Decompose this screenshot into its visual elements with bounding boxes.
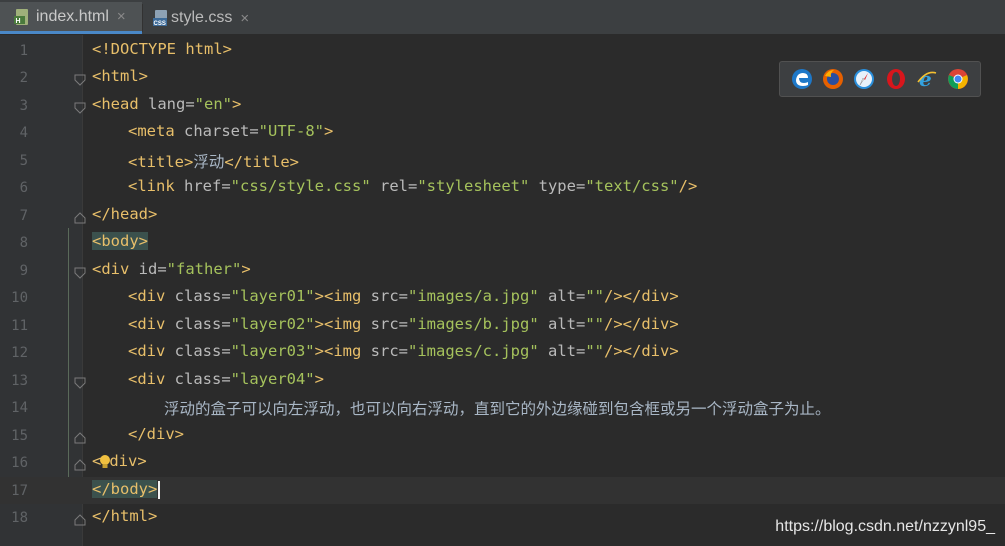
html-file-icon: H <box>14 8 30 26</box>
fold-marker-icon[interactable] <box>74 374 86 389</box>
line-number: 17 <box>11 483 28 499</box>
fold-marker-icon[interactable] <box>74 456 86 471</box>
code-text: <!DOCTYPE html> <box>92 40 232 58</box>
firefox-icon[interactable] <box>822 68 844 90</box>
line-number: 6 <box>19 180 28 196</box>
code-line[interactable]: 4 <meta charset="UTF-8"> <box>0 119 1005 146</box>
code-text: </head> <box>92 205 158 223</box>
code-text: < div> <box>92 452 147 470</box>
svg-text:H: H <box>16 18 21 25</box>
code-text: <body> <box>92 232 148 250</box>
close-icon[interactable]: × <box>117 8 126 25</box>
code-text: <div id="father"> <box>92 260 251 278</box>
line-number: 3 <box>19 98 28 114</box>
ie-icon[interactable]: e <box>916 67 938 91</box>
code-line[interactable]: 10 <div class="layer01"><img src="images… <box>0 284 1005 311</box>
code-line[interactable]: 16 < div> <box>0 449 1005 476</box>
line-number: 9 <box>19 263 28 279</box>
line-number: 2 <box>19 70 28 86</box>
watermark: https://blog.csdn.net/nzzynl95_ <box>775 518 995 535</box>
line-number: 10 <box>11 290 28 306</box>
tab-index-html[interactable]: H index.html × <box>0 2 142 34</box>
text-caret <box>158 480 161 499</box>
code-line[interactable]: 8 <body> <box>0 229 1005 256</box>
code-text: <div class="layer01"><img src="images/a.… <box>128 287 679 305</box>
chrome-icon[interactable] <box>947 68 969 90</box>
code-text: <div class="layer04"> <box>128 370 324 388</box>
line-number: 4 <box>19 125 28 141</box>
line-number: 13 <box>11 373 28 389</box>
fold-marker-icon[interactable] <box>74 209 86 224</box>
editor-tab-bar: H index.html × CSS style.css × <box>0 0 1005 35</box>
fold-marker-icon[interactable] <box>74 71 86 86</box>
code-text: <div class="layer03"><img src="images/c.… <box>128 342 679 360</box>
line-number: 18 <box>11 510 28 526</box>
opera-icon[interactable] <box>885 68 907 90</box>
edge-icon[interactable] <box>791 68 813 90</box>
code-text: <div class="layer02"><img src="images/b.… <box>128 315 679 333</box>
fold-marker-icon[interactable] <box>74 264 86 279</box>
code-line[interactable]: 11 <div class="layer02"><img src="images… <box>0 312 1005 339</box>
fold-marker-icon[interactable] <box>74 429 86 444</box>
svg-text:CSS: CSS <box>154 21 166 27</box>
tab-label: index.html <box>36 7 109 25</box>
code-line[interactable]: 1 <!DOCTYPE html> <box>0 37 1005 64</box>
css-file-icon: CSS <box>153 9 169 27</box>
line-number: 16 <box>11 455 28 471</box>
code-line[interactable]: 12 <div class="layer03"><img src="images… <box>0 339 1005 366</box>
code-line[interactable]: 13 <div class="layer04"> <box>0 367 1005 394</box>
code-text: <html> <box>92 67 148 85</box>
fold-marker-icon[interactable] <box>74 99 86 114</box>
code-text: <head lang="en"> <box>92 95 242 113</box>
tab-style-css[interactable]: CSS style.css × <box>143 2 263 34</box>
line-number: 1 <box>19 43 28 59</box>
code-line[interactable]: 5 <title>浮动</title> <box>0 147 1005 174</box>
browser-preview-bar: e <box>779 61 981 97</box>
line-number: 12 <box>11 345 28 361</box>
code-line[interactable]: 14 浮动的盒子可以向左浮动，也可以向右浮动，直到它的外边缘碰到包含框或另一个浮… <box>0 394 1005 421</box>
code-line[interactable]: 6 <link href="css/style.css" rel="styles… <box>0 174 1005 201</box>
line-number: 8 <box>19 235 28 251</box>
code-line[interactable]: 17 </body> <box>0 477 1005 504</box>
code-line[interactable]: 9 <div id="father"> <box>0 257 1005 284</box>
line-number: 15 <box>11 428 28 444</box>
code-text: </div> <box>128 425 184 443</box>
line-number: 14 <box>11 400 28 416</box>
code-line[interactable]: 15 </div> <box>0 422 1005 449</box>
line-number: 5 <box>19 153 28 169</box>
code-line[interactable]: 7 </head> <box>0 202 1005 229</box>
line-number: 7 <box>19 208 28 224</box>
code-text: </body> <box>92 480 161 499</box>
code-text: 浮动的盒子可以向左浮动，也可以向右浮动，直到它的外边缘碰到包含框或另一个浮动盒子… <box>164 400 831 418</box>
safari-icon[interactable] <box>853 68 875 90</box>
tab-label: style.css <box>171 9 233 26</box>
code-text: </html> <box>92 507 158 525</box>
close-icon[interactable]: × <box>240 10 249 27</box>
code-text: <title>浮动</title> <box>128 153 299 171</box>
code-text: <meta charset="UTF-8"> <box>128 122 334 140</box>
line-number: 11 <box>11 318 28 334</box>
fold-marker-icon[interactable] <box>74 511 86 526</box>
code-text: <link href="css/style.css" rel="styleshe… <box>128 177 698 195</box>
